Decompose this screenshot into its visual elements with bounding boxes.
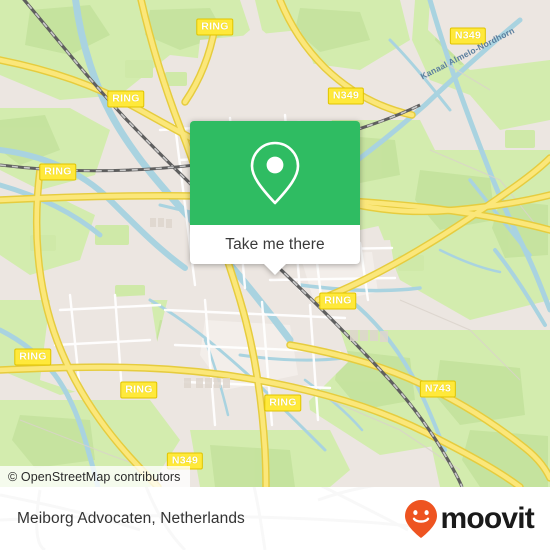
- moovit-place-card: RING N349 RING N349 RING RING RING RING RING N743…: [0, 0, 550, 550]
- road-shield: RING: [319, 292, 357, 310]
- take-me-there-label: Take me there: [225, 235, 325, 253]
- callout-tail: [263, 263, 287, 275]
- road-shield: RING: [264, 394, 302, 412]
- moovit-smile-pin-icon: [405, 499, 438, 538]
- place-callout[interactable]: Take me there: [190, 121, 360, 275]
- road-shield: RING: [196, 18, 234, 36]
- road-shield: RING: [107, 90, 145, 108]
- road-shield: RING: [14, 348, 52, 366]
- moovit-logo[interactable]: moovit: [404, 499, 535, 539]
- road-shield: N349: [327, 87, 365, 105]
- road-shield: RING: [120, 381, 158, 399]
- callout-image-area: [190, 121, 360, 225]
- footer-bar: Meiborg Advocaten, Netherlands moovit: [0, 487, 550, 550]
- moovit-wordmark: moovit: [440, 501, 534, 535]
- osm-attribution[interactable]: © OpenStreetMap contributors: [0, 466, 190, 487]
- map-canvas[interactable]: RING N349 RING N349 RING RING RING RING RING N743…: [0, 0, 550, 487]
- road-shield: N743: [419, 380, 457, 398]
- map-pin-icon: [250, 141, 300, 205]
- take-me-there-button[interactable]: Take me there: [190, 225, 360, 275]
- place-title: Meiborg Advocaten, Netherlands: [17, 509, 245, 527]
- osm-attribution-text: © OpenStreetMap contributors: [8, 469, 181, 484]
- road-shield: RING: [39, 163, 77, 181]
